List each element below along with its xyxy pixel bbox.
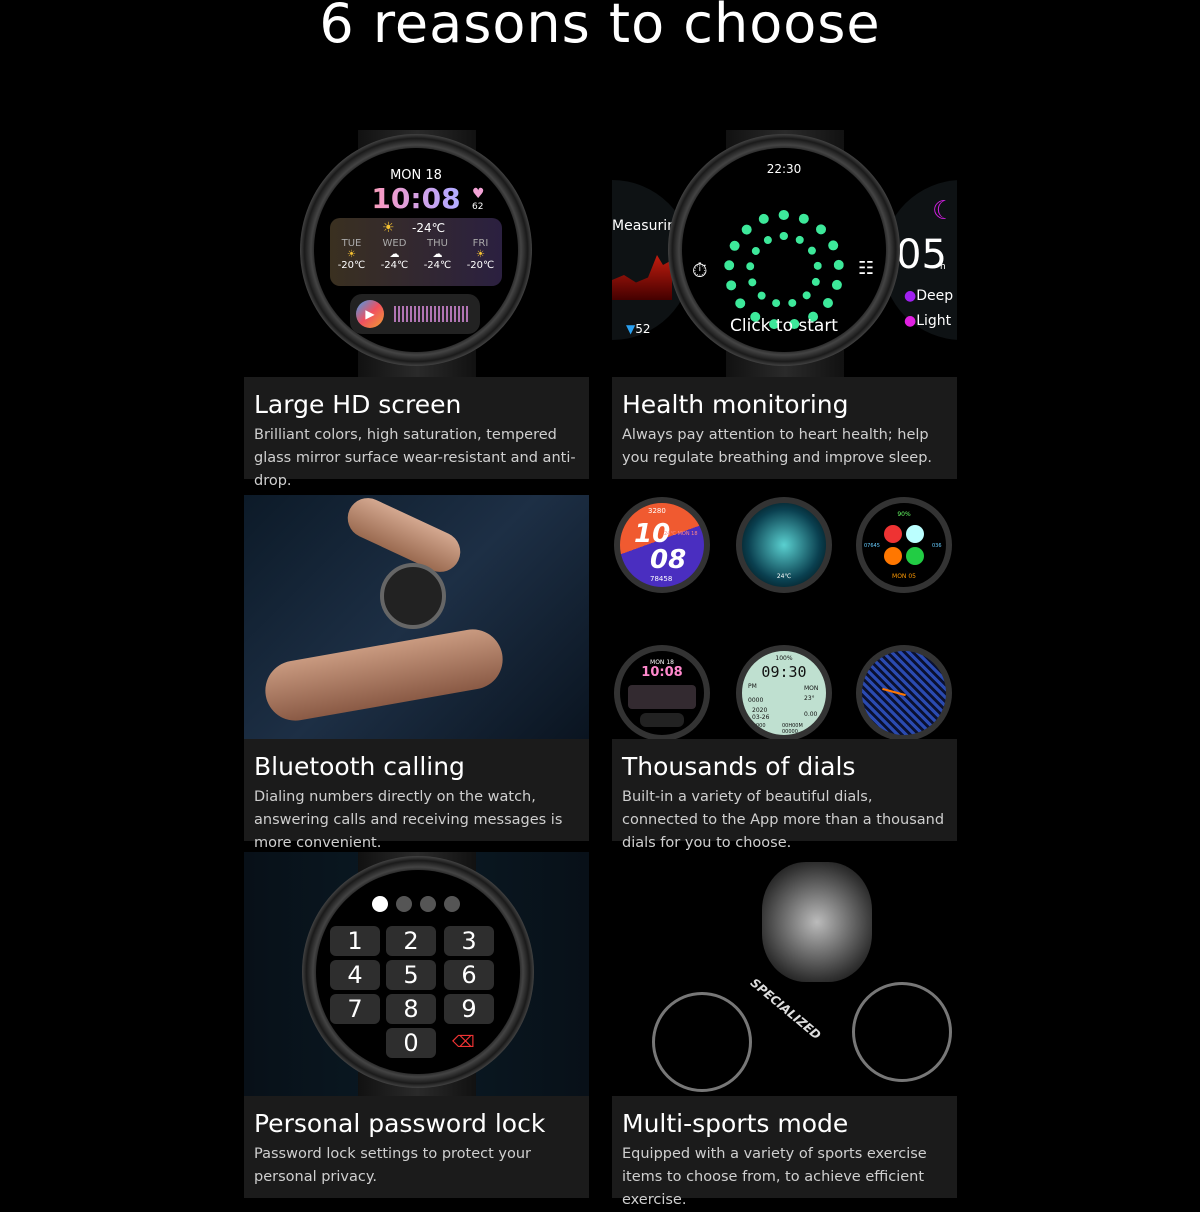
- cloud-icon: ☁: [432, 249, 443, 260]
- music-widget[interactable]: ▶: [350, 294, 480, 334]
- start-button[interactable]: Click to start: [682, 316, 886, 336]
- heart-rate: 62: [472, 202, 484, 212]
- feature-title: Health monitoring: [622, 390, 849, 419]
- key-9[interactable]: 9: [444, 994, 494, 1024]
- sleep-unit: h: [940, 262, 946, 272]
- bike-brand-logo: SPECIALIZED: [747, 975, 824, 1043]
- watch-date: MON 18: [390, 168, 442, 183]
- key-4[interactable]: 4: [330, 960, 380, 990]
- feature-card-password: 1 2 3 4 5 6 7 8 9 0 ⌫ Personal password …: [244, 852, 589, 1199]
- feature-title: Personal password lock: [254, 1109, 546, 1138]
- key-6[interactable]: 6: [444, 960, 494, 990]
- legend-deep: Deep: [916, 288, 954, 304]
- heart-icon: [884, 525, 902, 543]
- bike-wheel: [652, 992, 752, 1092]
- key-0[interactable]: 0: [386, 1028, 436, 1058]
- key-8[interactable]: 8: [386, 994, 436, 1024]
- feature-card-health: Measuring ▼52 ☾ 05 h ●Deep ●Light 22:30 …: [612, 130, 957, 480]
- dial-geometric-blue[interactable]: [856, 645, 952, 739]
- watch-image-health: Measuring ▼52 ☾ 05 h ●Deep ●Light 22:30 …: [612, 130, 957, 377]
- sun-icon: ☀: [347, 249, 356, 260]
- key-7[interactable]: 7: [330, 994, 380, 1024]
- key-5[interactable]: 5: [386, 960, 436, 990]
- feature-title: Bluetooth calling: [254, 752, 465, 781]
- feature-caption: Large HD screen Brilliant colors, high s…: [244, 377, 589, 489]
- cyclist-image: [762, 862, 872, 982]
- dial-gallery: 3280 10 08 24℃ MON 18 78458 24℃ 90% 0764…: [612, 495, 957, 739]
- min-value: 52: [635, 322, 651, 336]
- watch-time: 22:30: [766, 162, 802, 176]
- feature-title: Multi-sports mode: [622, 1109, 849, 1138]
- headline: 6 reasons to choose: [319, 0, 881, 55]
- feature-caption: Bluetooth calling Dialing numbers direct…: [244, 739, 589, 851]
- feature-card-calling: Bluetooth calling Dialing numbers direct…: [244, 495, 589, 851]
- wrist-image: [260, 624, 508, 726]
- dial-digital-sport[interactable]: 3280 10 08 24℃ MON 18 78458: [614, 497, 710, 593]
- delete-icon[interactable]: ⌫: [452, 1032, 475, 1051]
- feature-card-dials: 3280 10 08 24℃ MON 18 78458 24℃ 90% 0764…: [612, 495, 957, 851]
- fire-icon: [884, 547, 902, 565]
- feature-description: Built-in a variety of beautiful dials, c…: [622, 789, 945, 851]
- settings-sliders-icon[interactable]: ☷: [858, 258, 874, 279]
- dial-analog-teal[interactable]: 24℃: [736, 497, 832, 593]
- feature-title: Large HD screen: [254, 390, 462, 419]
- play-icon[interactable]: ▶: [356, 300, 384, 328]
- forecast-day: TUE ☀ -20℃: [337, 238, 366, 271]
- forecast-day: FRI ☀ -20℃: [466, 238, 495, 271]
- feature-card-sports: SPECIALIZED Multi-sports mode Equipped w…: [612, 852, 957, 1208]
- dial-weather[interactable]: MON 18 10:08: [614, 645, 710, 739]
- watch-image-keypad: 1 2 3 4 5 6 7 8 9 0 ⌫: [244, 852, 589, 1096]
- feature-description: Password lock settings to protect your p…: [254, 1146, 532, 1185]
- feature-title: Thousands of dials: [622, 752, 856, 781]
- cloud-icon: ☁: [389, 249, 400, 260]
- watch-image-weather: MON 18 10:08 ♥ 62 ☀ -24℃ TUE ☀ -20℃ WED ☁ -2…: [244, 130, 589, 377]
- sun-icon: ☀: [382, 220, 395, 236]
- feature-description: Always pay attention to heart health; he…: [622, 427, 933, 466]
- sun-icon: ☀: [476, 249, 485, 260]
- watch-dialpad-icon: [380, 563, 446, 629]
- feature-caption: Thousands of dials Built-in a variety of…: [612, 739, 957, 851]
- feature-description: Dialing numbers directly on the watch, a…: [254, 789, 563, 851]
- feature-caption: Health monitoring Always pay attention t…: [612, 377, 957, 479]
- dial-widgets[interactable]: 90% 07645 036 MON 05: [856, 497, 952, 593]
- feature-caption: Multi-sports mode Equipped with a variet…: [612, 1096, 957, 1208]
- legend-light: Light: [916, 313, 952, 329]
- watch-time: 10:08: [314, 182, 518, 215]
- down-arrow-icon: ▼: [626, 322, 636, 336]
- feature-description: Equipped with a variety of sports exerci…: [622, 1146, 927, 1208]
- feature-caption: Personal password lock Password lock set…: [244, 1096, 589, 1198]
- key-3[interactable]: 3: [444, 926, 494, 956]
- pin-indicator: [372, 896, 460, 912]
- key-1[interactable]: 1: [330, 926, 380, 956]
- dial-retro-lcd[interactable]: 100% 09:30 PM MON 23° 0000 2020 03-26 0.…: [736, 645, 832, 739]
- timer-icon[interactable]: ⏱: [692, 258, 708, 282]
- cyclist-photo: SPECIALIZED: [612, 852, 957, 1096]
- wrist-photo: [244, 495, 589, 739]
- forecast-day: WED ☁ -24℃: [380, 238, 409, 271]
- heart-icon: ♥: [472, 186, 485, 202]
- forecast-day: THU ☁ -24℃: [423, 238, 452, 271]
- key-2[interactable]: 2: [386, 926, 436, 956]
- waveform-icon: [394, 306, 470, 322]
- current-temp: -24℃: [412, 221, 446, 235]
- feature-card-large-screen: MON 18 10:08 ♥ 62 ☀ -24℃ TUE ☀ -20℃ WED ☁ -2…: [244, 130, 589, 489]
- feature-description: Brilliant colors, high saturation, tempe…: [254, 427, 576, 489]
- moon-icon: ☾: [932, 196, 956, 226]
- phone-icon: [906, 547, 924, 565]
- bike-wheel: [852, 982, 952, 1082]
